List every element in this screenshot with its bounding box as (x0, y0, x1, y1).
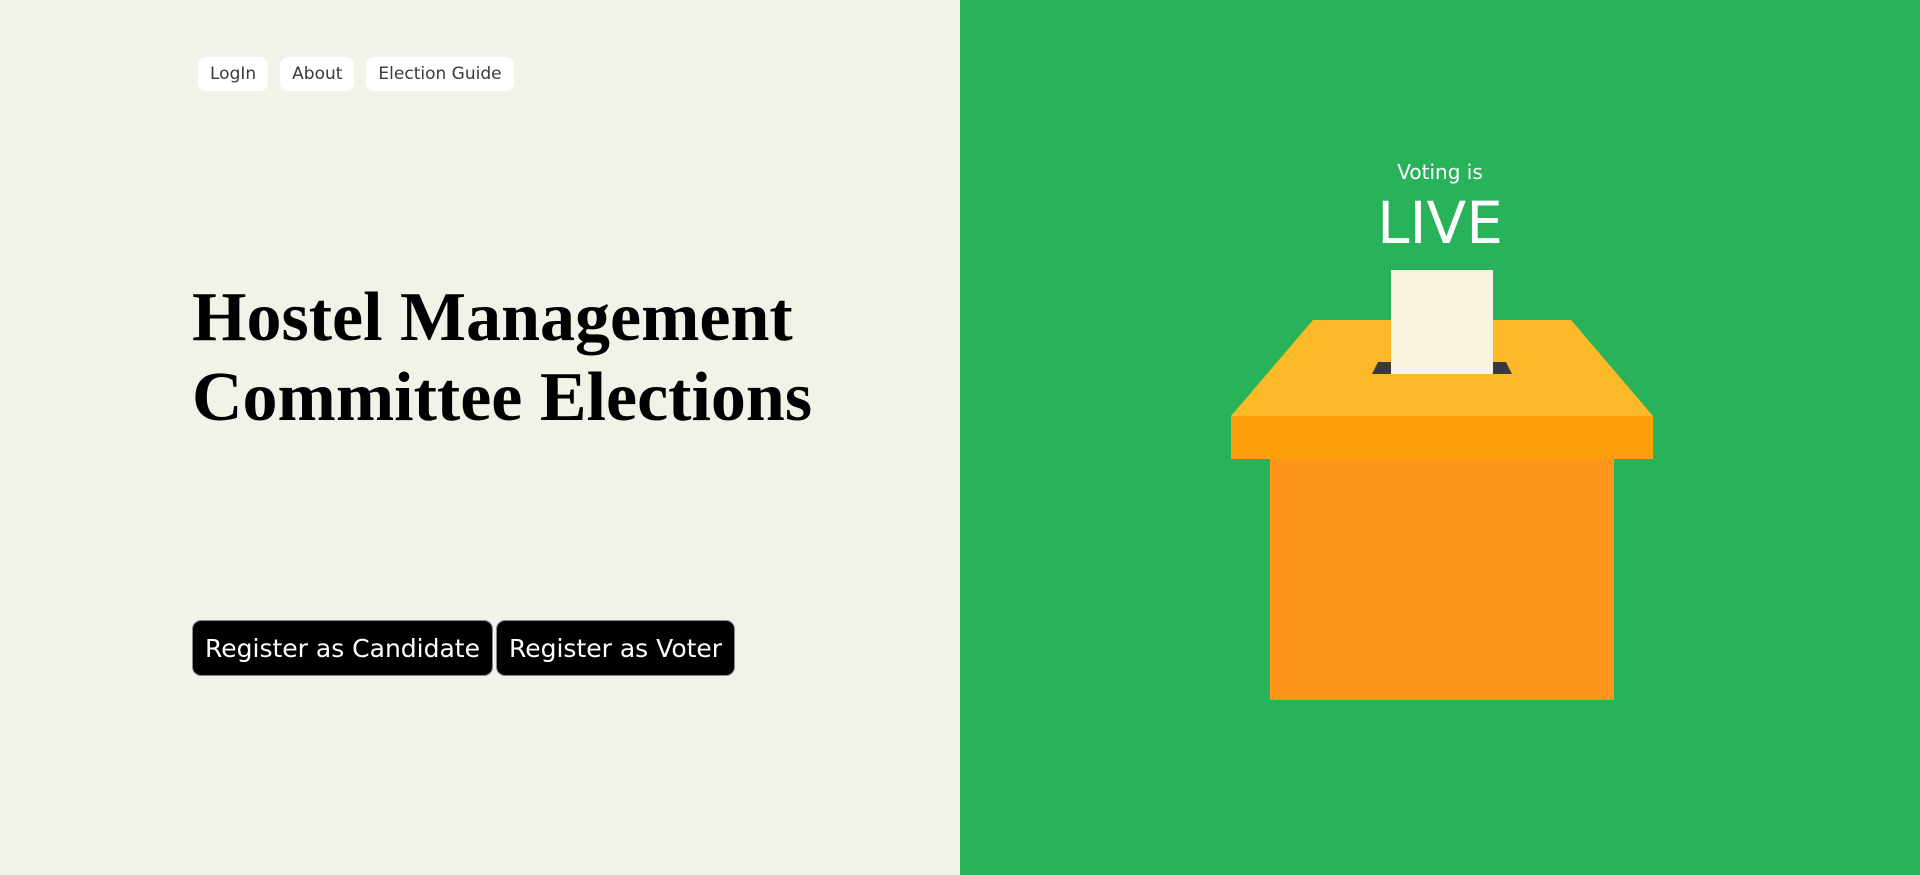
about-button[interactable]: About (280, 57, 355, 91)
register-actions: Register as Candidate Register as Voter (192, 620, 736, 676)
ballot-box-body (1270, 459, 1614, 700)
ballot-box-icon (1231, 270, 1653, 700)
register-voter-button[interactable]: Register as Voter (495, 620, 736, 676)
title-line-2: Committee Elections (192, 359, 813, 436)
page-title: Hostel Management Committee Elections (192, 278, 812, 438)
register-candidate-button[interactable]: Register as Candidate (192, 620, 493, 676)
ballot-box-band (1231, 416, 1653, 459)
login-button[interactable]: LogIn (198, 57, 269, 91)
title-line-1: Hostel Management (192, 279, 793, 356)
top-nav: LogIn About Election Guide (198, 57, 514, 91)
voting-status-value: LIVE (1377, 189, 1503, 257)
ballot-paper (1391, 270, 1493, 374)
voting-status-label: Voting is (1397, 160, 1483, 184)
election-guide-button[interactable]: Election Guide (366, 57, 514, 91)
left-panel: LogIn About Election Guide Hostel Manage… (0, 0, 960, 875)
